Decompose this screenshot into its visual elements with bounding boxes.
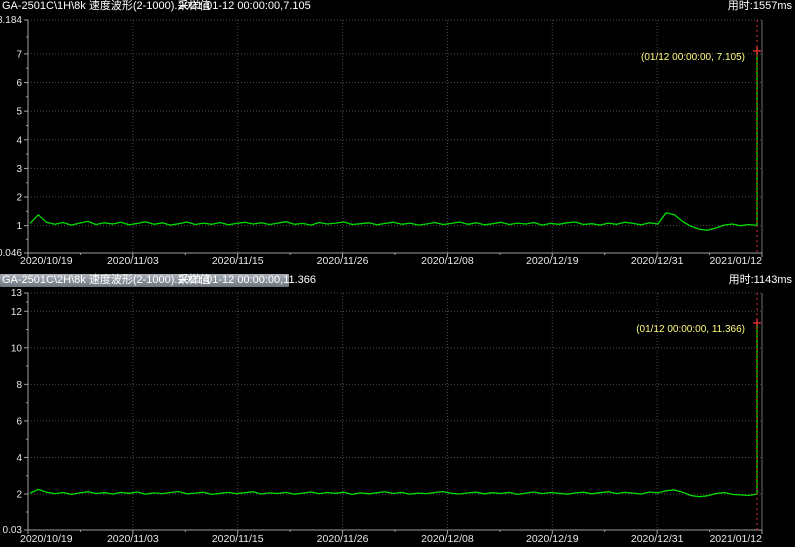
chart1-elapsed-time: 用时:1557ms — [728, 0, 792, 13]
chart1-y-tick-label: 3 — [16, 164, 22, 175]
chart2-y-tick-label: 4 — [16, 453, 22, 464]
chart1-y-tick-label: 4 — [16, 135, 22, 146]
chart1-peak-annotation: (01/12 00:00:00, 7.105) — [641, 52, 745, 63]
chart1-x-tick-label: 2020/11/03 — [107, 255, 159, 267]
chart2-y-tick-label: 6 — [16, 416, 22, 427]
chart2-peak-annotation: (01/12 00:00:00, 11.366) — [636, 324, 745, 335]
chart1-x-tick-label: 2020/12/19 — [526, 255, 579, 267]
chart2-y-tick-label: 8 — [16, 380, 22, 391]
chart1-cursor-readout: 2021-01-12 00:00:00,7.105 — [178, 0, 311, 13]
chart2-x-tick-label: 2020/12/19 — [526, 533, 579, 545]
chart1-x-tick-label: 2021/01/12 — [709, 255, 762, 267]
chart1-y-tick-label: 7 — [16, 49, 22, 60]
chart1-y-tick-label: 2 — [16, 193, 22, 204]
chart2-x-tick-label: 2020/12/31 — [631, 533, 684, 545]
chart1-y-max-label: 8.184 — [0, 15, 22, 26]
trend-monitor-window: GA-2501C\1H\8k 速度波形(2-1000).采样值 2021-01-… — [0, 0, 795, 547]
chart2-elapsed-time: 用时:1143ms — [729, 274, 792, 287]
chart2-cursor-readout: 2021-01-12 00:00:00,11.366 — [178, 274, 316, 287]
chart1-x-tick-label: 2020/12/31 — [631, 255, 684, 267]
chart2-y-tick-label: 10 — [11, 343, 23, 354]
chart2-x-tick-label: 2020/12/08 — [421, 533, 474, 545]
chart1-x-tick-label: 2020/11/26 — [317, 255, 369, 267]
chart2-x-tick-label: 2020/11/15 — [212, 533, 264, 545]
chart2-y-tick-label: 2 — [16, 490, 22, 501]
chart2-x-tick-label: 2020/11/03 — [107, 533, 159, 545]
chart1-y-tick-label: 5 — [16, 107, 22, 118]
chart1-x-tick-label: 2020/12/08 — [421, 255, 474, 267]
chart2-y-max-label: 13 — [11, 288, 23, 299]
chart2-x-tick-label: 2020/10/19 — [20, 533, 73, 545]
chart1-y-tick-label: 6 — [16, 78, 22, 89]
chart2-x-tick-label: 2020/11/26 — [317, 533, 369, 545]
chart2-y-tick-label: 12 — [11, 307, 23, 318]
chart1-x-tick-label: 2020/11/15 — [212, 255, 264, 267]
chart1-y-tick-label: 1 — [16, 221, 22, 232]
chart1-x-tick-label: 2020/10/19 — [20, 255, 73, 267]
chart2-x-tick-label: 2021/01/12 — [709, 533, 762, 545]
